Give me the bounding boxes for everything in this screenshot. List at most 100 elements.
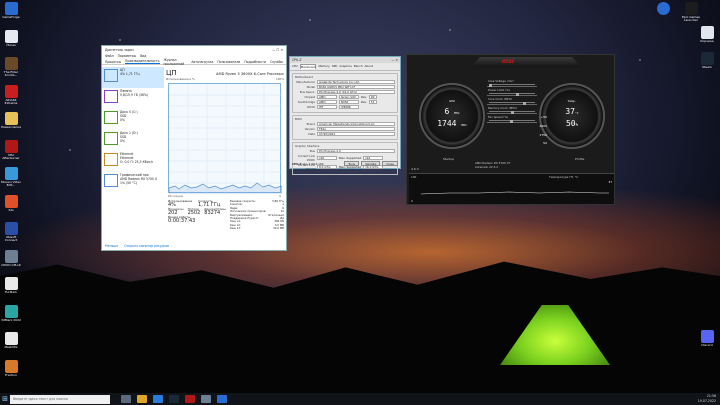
slider-thumb[interactable] (511, 111, 515, 114)
desktop-icon[interactable]: GameForge (0, 2, 22, 19)
detail-value: 32,0 МБ (272, 226, 284, 231)
afterburner-window[interactable]: msi GPU 6 MHz 1744 MHz Temp. 37°C 50% Co… (406, 54, 615, 205)
menu-item[interactable]: Параметры (118, 54, 137, 58)
afterburner-taskbar-icon[interactable] (185, 395, 195, 403)
sidebar-item[interactable]: Ethernet Ethernet О: 0,0 П: 25,5 Кбит/с (102, 151, 164, 172)
cpuz-row: Manufacturer Gigabyte Technology Co. Ltd. (295, 80, 395, 84)
afterburner-sliders: Core Voltage (mV) Power Limit (%) Core Clo… (487, 79, 537, 153)
slider-thumb[interactable] (515, 93, 519, 96)
afterburner-slider[interactable]: Core Voltage (mV) (487, 79, 537, 87)
afterburner-slider[interactable]: Power Limit (%) (487, 88, 537, 96)
afterburner-slider[interactable]: Memory Clock (MHz) (487, 106, 537, 114)
afterburner-slider[interactable]: Core Clock (MHz) (487, 97, 537, 105)
cpuz-value: B450 AORUS PRO WIFI-CF (317, 85, 395, 89)
app-icon (700, 52, 714, 65)
cpuz-window[interactable]: CPU-Z — ✕ CPU Mainboard Memory SPD Graphics B… (289, 56, 401, 175)
slider-thumb[interactable] (522, 102, 526, 105)
taskmanager-taskbar-icon[interactable] (217, 395, 227, 403)
task-manager-title: Диспетчер задач (105, 47, 134, 52)
slider-label: Power Limit (%) (488, 88, 511, 92)
desktop-icon[interactable]: 3dMark 2022 (0, 304, 22, 322)
task-manager-tabs: Процессы Производительность Журнал приложе… (102, 58, 286, 66)
sidebar-item-sub2: 0% (120, 138, 125, 143)
menu-item[interactable]: Файл (105, 54, 114, 58)
cpuz-tab[interactable]: Bench (354, 64, 363, 69)
sidebar-item[interactable]: Диск 0 (C:) SSD 0% (102, 109, 164, 130)
tab[interactable]: Подробности (244, 60, 266, 64)
resource-monitor-link[interactable]: Открыть монитор ресурсов (124, 244, 169, 248)
cpuz-tab[interactable]: Memory (318, 64, 329, 69)
slider-thumb[interactable] (509, 120, 513, 123)
desktop-icon-label: MeshMix (4, 345, 18, 349)
desktop-icon[interactable]: 3ds (0, 194, 22, 212)
tab[interactable]: Автозагрузка (191, 60, 213, 64)
tab[interactable]: Журнал приложений (164, 58, 188, 66)
sidebar-item[interactable]: ЦП 4% 1,71 ГГц (102, 67, 164, 88)
desktop-icon-label: The Elder Scrolls... (3, 70, 19, 78)
slider-thumb[interactable] (489, 84, 492, 87)
profile-button[interactable]: Profile (575, 157, 584, 161)
cpuz-tab[interactable]: Mainboard (299, 64, 317, 69)
desktop-icon[interactable]: Steam (696, 52, 718, 69)
steam-taskbar-icon[interactable] (169, 395, 179, 403)
fan-value: 50 (565, 119, 576, 128)
tab[interactable]: Службы (270, 60, 283, 64)
afterburner-slider[interactable]: Fan Speed (%) (487, 115, 537, 123)
desktop-icon[interactable]: Ubisoft Connect (0, 222, 22, 243)
msi-logo: msi (502, 58, 514, 65)
desktop-icon[interactable]: CPUID CPU-Z (0, 249, 22, 267)
desktop-icon[interactable]: Корзина (696, 26, 718, 43)
tools-button[interactable]: Tools (344, 161, 360, 166)
desktop-icon[interactable]: AIDA64 Extreme (0, 84, 22, 106)
tab[interactable]: Пользователи (217, 60, 240, 64)
cpuz-row: Bus Specs. PCI-Express 4.0 (16.0 GT/s) (295, 90, 395, 94)
desktop-icon[interactable]: MSI Afterburner (0, 139, 22, 161)
sidebar-text: Диск 1 (D:) SSD 0% (120, 131, 138, 149)
sidebar-item[interactable]: Память 5,8/15,9 ГБ (36%) (102, 88, 164, 109)
desktop-icon[interactable]: Discord (696, 330, 718, 347)
window-controls[interactable]: — ☐ ✕ (272, 48, 283, 52)
task-manager-window[interactable]: Диспетчер задач — ☐ ✕ Файл Параметры Вид П… (101, 45, 287, 251)
task-manager-titlebar[interactable]: Диспетчер задач — ☐ ✕ (102, 46, 286, 53)
close-button[interactable]: Close (382, 161, 398, 166)
cpuz-tab[interactable]: CPU (292, 64, 298, 69)
tab[interactable]: Процессы (105, 60, 121, 64)
startup-button[interactable]: Startup (443, 157, 454, 161)
slider-values: +50 2005 1750 50 (539, 115, 547, 146)
sidebar-item[interactable]: Диск 1 (D:) SSD 0% (102, 130, 164, 151)
cpuz-tab[interactable]: SPD (332, 64, 338, 69)
desktop-icon[interactable]: iTunes (0, 29, 22, 47)
cpuz-window-controls[interactable]: — ✕ (391, 58, 398, 62)
temp-gauge-label: Temp. (567, 99, 577, 103)
menu-item[interactable]: Вид (140, 54, 146, 58)
edge-icon[interactable] (153, 395, 163, 403)
desktop-icon[interactable]: FurMark (0, 277, 22, 294)
desktop-icon[interactable]: MeshMix (0, 332, 22, 349)
explorer-icon[interactable] (137, 395, 147, 403)
tab[interactable]: Производительность (125, 59, 160, 64)
less-details-link[interactable]: Меньше (105, 244, 118, 248)
taskbar-search[interactable]: Введите здесь текст для поиска (10, 394, 110, 404)
desktop-icon[interactable]: The Elder Scrolls... (0, 57, 22, 78)
desktop-icon[interactable]: Epic Games Launcher (680, 2, 702, 23)
app-icon (4, 222, 18, 235)
app-icon (4, 29, 18, 43)
cpuz-taskbar-icon[interactable] (201, 395, 211, 403)
cpuz-tab[interactable]: Graphics (339, 64, 351, 69)
desktop-icon[interactable]: Fraction (0, 359, 22, 377)
desktop-icon[interactable]: Movavi Video Edit... (0, 167, 22, 188)
sidebar-item-sub: 5,8/15,9 ГБ (36%) (120, 92, 149, 97)
sidebar-item[interactable]: Графический про AMD Radeon RX 5700 X 1% (5… (102, 172, 164, 193)
desktop-icon[interactable]: Новая папка (0, 112, 22, 129)
validate-button[interactable]: Validate (361, 161, 381, 166)
desktop-icon[interactable] (652, 2, 674, 16)
system-tray-clock[interactable]: 21:56 19.07.2022 (698, 394, 716, 403)
temperature-gauge: Temp. 37°C 50% (539, 83, 605, 149)
windows-start-icon[interactable]: ⊞ (0, 393, 10, 405)
graph-top-label: Использование в % (166, 77, 195, 81)
cpuz-tab[interactable]: About (365, 64, 373, 69)
app-icon (700, 26, 714, 39)
sidebar-item-sub: 4% 1,71 ГГц (120, 71, 140, 76)
slider-label: Memory Clock (MHz) (488, 106, 517, 110)
taskview-icon[interactable] (121, 395, 131, 403)
